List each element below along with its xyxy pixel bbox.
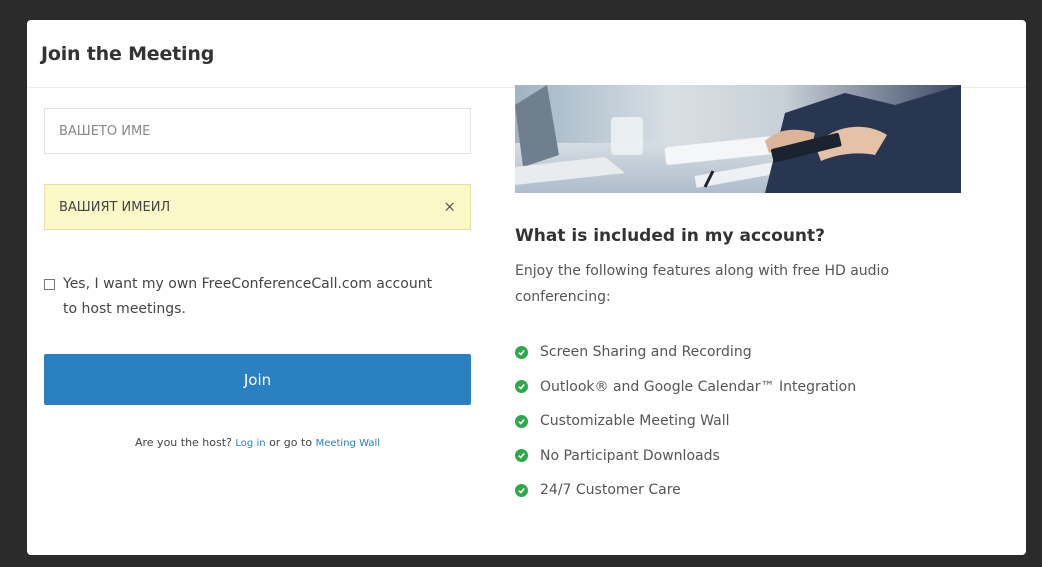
- own-account-label[interactable]: Yes, I want my own FreeConferenceCall.co…: [63, 272, 443, 322]
- feature-item: Customizable Meeting Wall: [515, 404, 961, 439]
- name-field-wrapper: [44, 108, 471, 154]
- feature-label: No Participant Downloads: [540, 447, 720, 464]
- join-form: × Yes, I want my own FreeConferenceCall.…: [44, 108, 471, 449]
- email-field-wrapper: ×: [44, 184, 471, 230]
- feature-label: Outlook® and Google Calendar™ Integratio…: [540, 378, 857, 395]
- email-input[interactable]: [45, 185, 470, 229]
- join-button[interactable]: Join: [44, 354, 471, 405]
- meeting-hero-image: [515, 85, 961, 193]
- modal-title: Join the Meeting: [41, 42, 215, 65]
- meeting-wall-link[interactable]: Meeting Wall: [316, 438, 380, 449]
- info-title: What is included in my account?: [515, 226, 826, 246]
- feature-item: Screen Sharing and Recording: [515, 335, 961, 370]
- feature-item: No Participant Downloads: [515, 439, 961, 474]
- own-account-checkbox[interactable]: [44, 279, 55, 290]
- check-circle-icon: [515, 345, 528, 359]
- close-icon[interactable]: ×: [443, 199, 456, 215]
- own-account-option: Yes, I want my own FreeConferenceCall.co…: [44, 272, 471, 322]
- check-circle-icon: [515, 483, 528, 497]
- check-circle-icon: [515, 414, 528, 428]
- account-info: What is included in my account? Enjoy th…: [515, 85, 961, 508]
- login-link[interactable]: Log in: [235, 438, 265, 449]
- modal-header: Join the Meeting: [27, 20, 1026, 88]
- host-prompt: Are you the host?: [134, 436, 232, 449]
- check-circle-icon: [515, 380, 528, 394]
- feature-label: 24/7 Customer Care: [540, 482, 681, 499]
- host-links: Are you the host? Log in or go to Meetin…: [44, 436, 471, 449]
- feature-label: Customizable Meeting Wall: [540, 413, 730, 430]
- feature-item: 24/7 Customer Care: [515, 473, 961, 508]
- info-description: Enjoy the following features along with …: [515, 263, 890, 305]
- host-or-text: or go to: [269, 436, 313, 449]
- check-circle-icon: [515, 449, 528, 463]
- feature-list: Screen Sharing and Recording Outlook® an…: [515, 335, 961, 508]
- feature-item: Outlook® and Google Calendar™ Integratio…: [515, 370, 961, 405]
- feature-label: Screen Sharing and Recording: [540, 344, 752, 361]
- name-input[interactable]: [45, 109, 470, 153]
